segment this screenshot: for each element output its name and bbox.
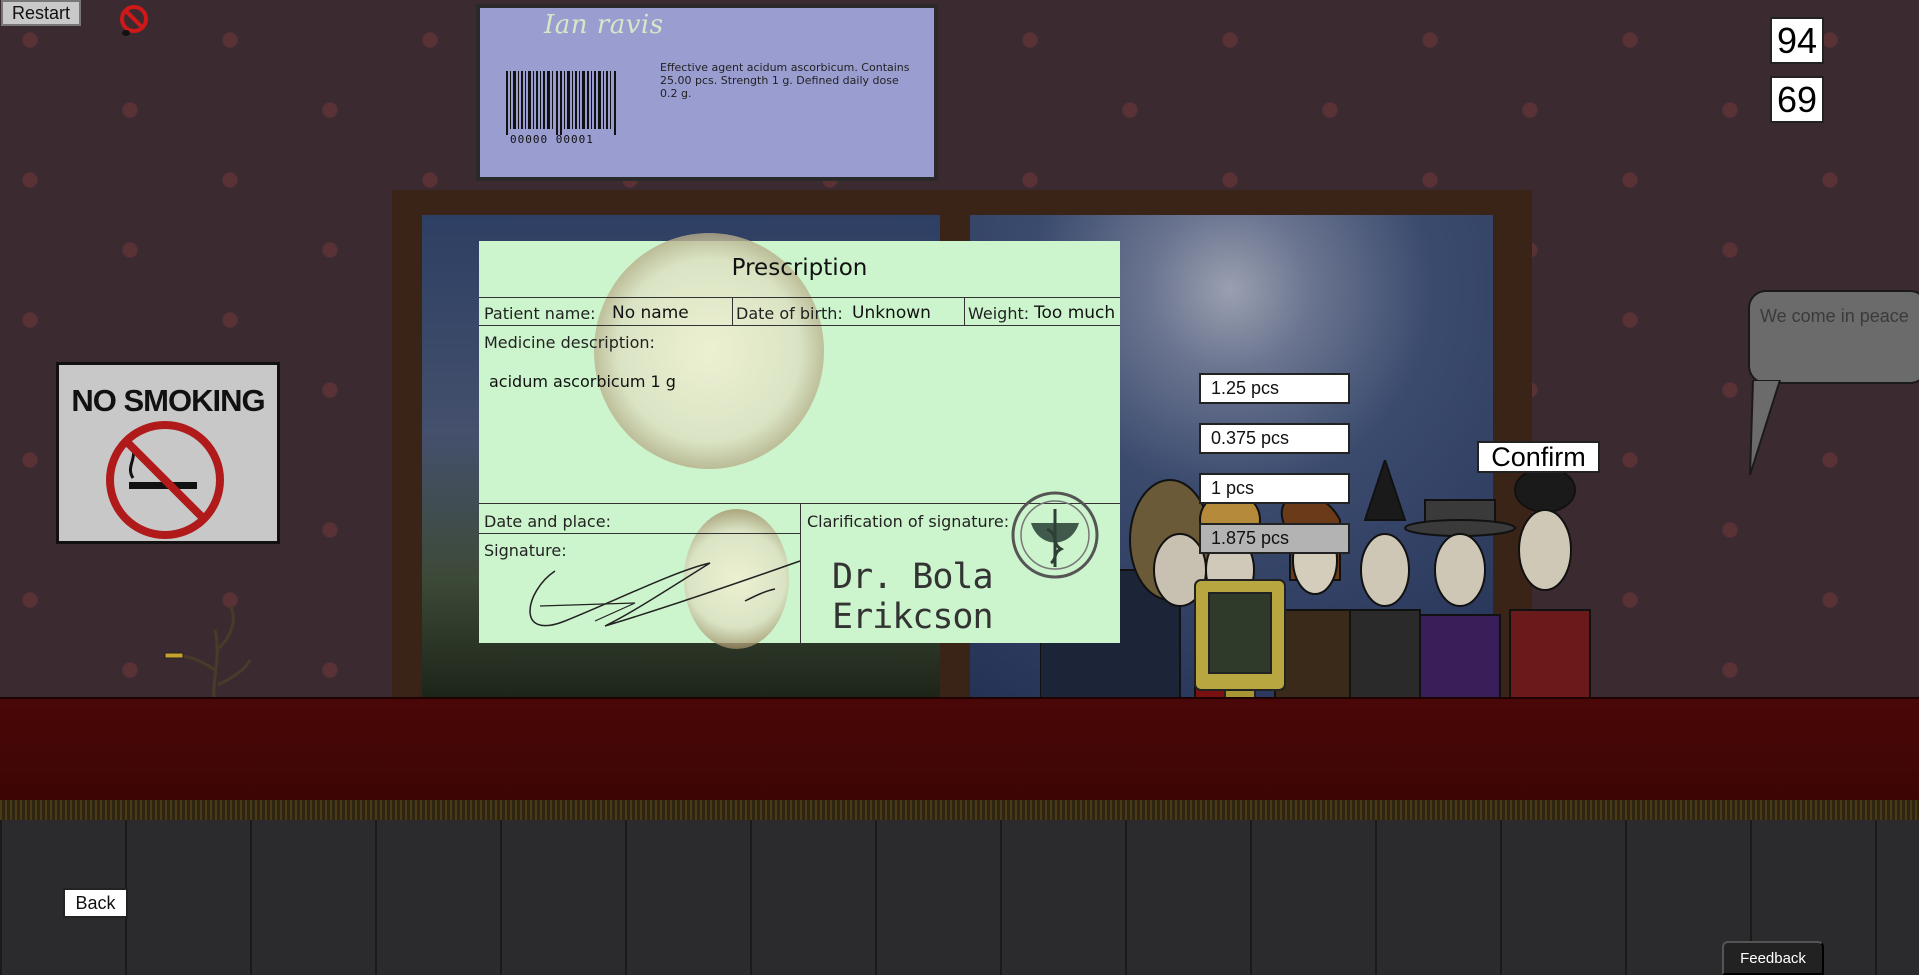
prescription-title: Prescription bbox=[731, 255, 868, 281]
dose-option-1[interactable]: 1.25 pcs bbox=[1199, 373, 1350, 404]
no-smoking-icon[interactable] bbox=[117, 3, 151, 43]
customer-queue bbox=[1040, 460, 1591, 705]
weight-value: Too much bbox=[1034, 303, 1116, 323]
dob-value: Unknown bbox=[852, 303, 931, 323]
medicine-package[interactable]: Ian ravis Effective agent acidum ascorbi… bbox=[476, 4, 938, 181]
signature-scribble bbox=[529, 560, 801, 627]
score-counter: 94 bbox=[1770, 17, 1824, 64]
no-smoking-sign: NO SMOKING bbox=[56, 362, 280, 544]
dob-label: Date of birth: bbox=[736, 304, 843, 323]
medicine-description-label: Medicine description: bbox=[484, 333, 655, 352]
restart-button[interactable]: Restart bbox=[1, 0, 81, 26]
dose-option-2[interactable]: 0.375 pcs bbox=[1199, 423, 1350, 454]
pharmacy-counter bbox=[0, 697, 1919, 809]
customer-counter: 69 bbox=[1770, 76, 1824, 123]
speech-bubble-tail bbox=[1749, 380, 1782, 476]
no-cigarette-icon bbox=[106, 421, 224, 539]
patient-name-value: No name bbox=[612, 303, 689, 323]
date-place-label: Date and place: bbox=[484, 512, 611, 531]
barcode-icon bbox=[506, 71, 616, 135]
dose-option-4[interactable]: 1.875 pcs bbox=[1199, 523, 1350, 554]
confirm-button[interactable]: Confirm bbox=[1477, 441, 1600, 473]
prescription-form[interactable]: Prescription Patient name: No name Date … bbox=[479, 233, 1120, 649]
floor bbox=[0, 820, 1919, 975]
back-button[interactable]: Back bbox=[63, 888, 128, 918]
prescribed-medicine: acidum ascorbicum 1 g bbox=[489, 372, 676, 391]
medical-stamp-icon bbox=[1011, 491, 1099, 579]
no-smoking-sign-text: NO SMOKING bbox=[71, 383, 265, 418]
medicine-description: Effective agent acidum ascorbicum. Conta… bbox=[660, 61, 910, 100]
patient-name-label: Patient name: bbox=[484, 304, 596, 323]
dose-option-3[interactable]: 1 pcs bbox=[1199, 473, 1350, 504]
weight-label: Weight: bbox=[968, 304, 1030, 323]
customer-speech-bubble: We come in peace bbox=[1748, 290, 1919, 384]
feedback-button[interactable]: Feedback bbox=[1722, 941, 1824, 975]
barcode-number: 00000 00001 bbox=[510, 133, 594, 146]
medicine-name: Ian ravis bbox=[544, 10, 664, 40]
clarification-label: Clarification of signature: bbox=[807, 512, 1010, 531]
